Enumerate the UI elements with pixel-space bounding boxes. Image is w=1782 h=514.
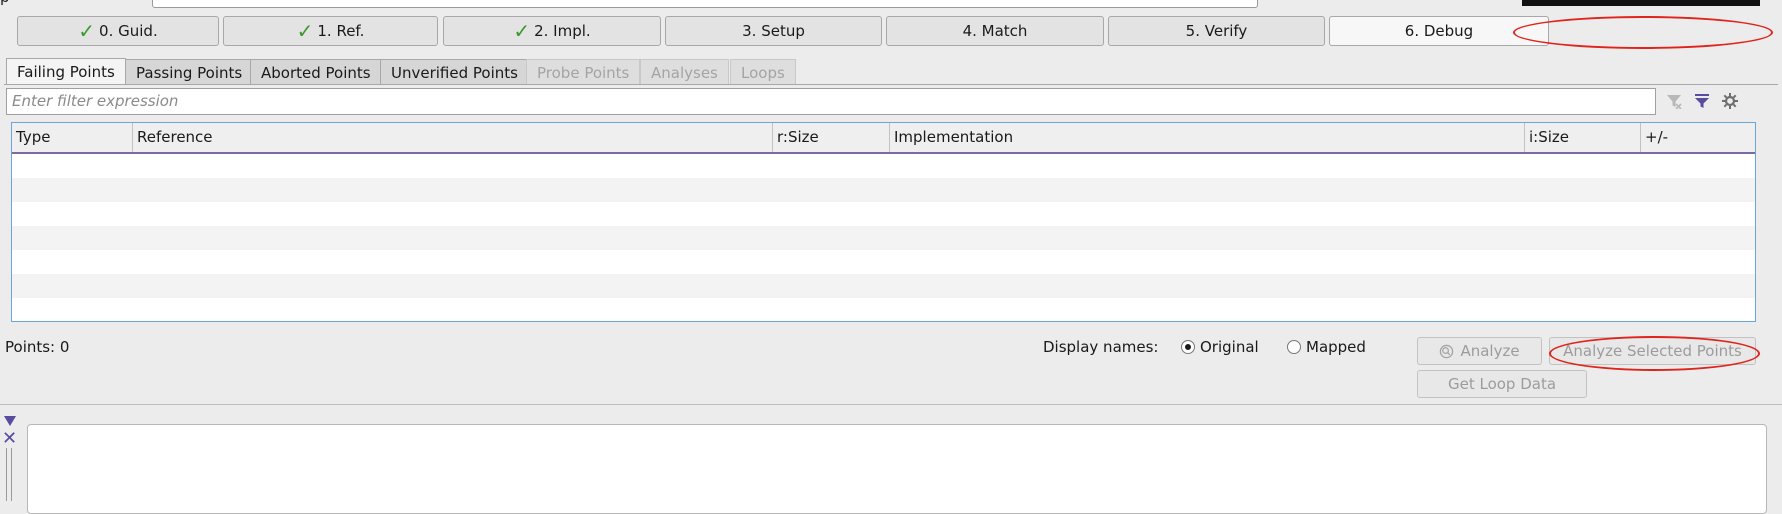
radio-original-label[interactable]: Original — [1200, 338, 1259, 356]
step-verify[interactable]: 5. Verify — [1108, 16, 1325, 46]
table-row — [12, 202, 1755, 226]
filter-icon[interactable] — [1692, 90, 1712, 112]
step-guidance[interactable]: ✓ 0. Guid. — [17, 16, 219, 46]
points-count: Points: 0 — [5, 338, 70, 356]
column-plus-minus[interactable]: +/- — [1641, 123, 1755, 152]
close-icon[interactable]: ✕ — [2, 430, 17, 448]
column-type[interactable]: Type — [12, 123, 133, 152]
table-row — [12, 250, 1755, 274]
annotation-circle-debug — [1513, 16, 1773, 49]
check-icon: ✓ — [296, 19, 314, 43]
display-names-label: Display names: — [1043, 338, 1159, 356]
annotation-circle-analyze-selected — [1549, 336, 1760, 371]
table-row — [12, 154, 1755, 178]
top-text-field[interactable] — [152, 0, 1258, 8]
column-i-size[interactable]: i:Size — [1525, 123, 1641, 152]
analyze-icon — [1440, 344, 1454, 358]
check-icon: ✓ — [78, 19, 96, 43]
filter-input[interactable]: Enter filter expression — [6, 88, 1656, 115]
top-dark-bar — [1522, 0, 1760, 6]
step-reference[interactable]: ✓ 1. Ref. — [223, 16, 438, 46]
points-table[interactable]: Type Reference r:Size Implementation i:S… — [11, 122, 1756, 322]
clear-filter-icon[interactable] — [1664, 90, 1684, 112]
top-label: p — [0, 0, 16, 6]
column-implementation[interactable]: Implementation — [890, 123, 1525, 152]
tab-aborted-points[interactable]: Aborted Points — [250, 59, 382, 85]
get-loop-data-button[interactable]: Get Loop Data — [1417, 370, 1587, 398]
tab-passing-points[interactable]: Passing Points — [125, 59, 254, 85]
table-row — [12, 298, 1755, 321]
radio-mapped-label[interactable]: Mapped — [1306, 338, 1366, 356]
radio-original[interactable] — [1181, 340, 1195, 354]
table-row — [12, 178, 1755, 202]
radio-mapped[interactable] — [1287, 340, 1301, 354]
check-icon: ✓ — [513, 19, 531, 43]
panel-separator — [0, 404, 1782, 405]
table-header: Type Reference r:Size Implementation i:S… — [12, 123, 1755, 154]
table-row — [12, 226, 1755, 250]
tab-probe-points[interactable]: Probe Points — [526, 59, 641, 85]
tab-analyses[interactable]: Analyses — [640, 59, 729, 85]
column-r-size[interactable]: r:Size — [773, 123, 890, 152]
step-implementation[interactable]: ✓ 2. Impl. — [443, 16, 661, 46]
analyze-button[interactable]: Analyze — [1417, 337, 1542, 365]
tab-loops[interactable]: Loops — [730, 59, 796, 85]
tab-unverified-points[interactable]: Unverified Points — [380, 59, 529, 85]
table-row — [12, 274, 1755, 298]
drag-handle-icon[interactable] — [6, 448, 12, 501]
collapse-arrow-icon[interactable] — [4, 416, 16, 426]
tab-failing-points[interactable]: Failing Points — [6, 58, 126, 85]
step-setup[interactable]: 3. Setup — [665, 16, 882, 46]
step-match[interactable]: 4. Match — [886, 16, 1104, 46]
tab-panel-border — [4, 84, 1778, 85]
column-reference[interactable]: Reference — [133, 123, 773, 152]
filter-settings-icon[interactable] — [1720, 90, 1740, 112]
